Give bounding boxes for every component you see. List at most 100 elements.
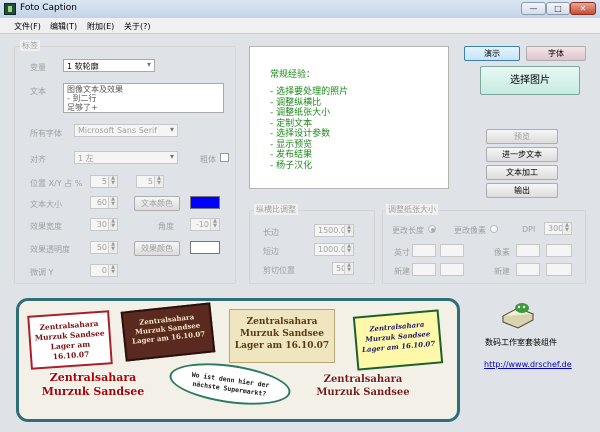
inch-label: 英寸	[394, 248, 410, 257]
next-text-button[interactable]: 进一步文本	[486, 147, 558, 162]
dpi-label: DPI	[522, 225, 536, 234]
caption-sample: Zentralsahara Murzuk Sandsee Lager am 16…	[120, 302, 216, 362]
caption-sample: Zentralsahara Murzuk Sandsee Lager am 16…	[229, 309, 335, 363]
align-select[interactable]: 1 左	[74, 151, 178, 164]
close-button[interactable]: ✕	[570, 2, 596, 15]
inch-height-input[interactable]	[440, 244, 464, 257]
new-pixel-label: 新建	[494, 267, 510, 276]
sample-line: Zentralsahara	[246, 317, 318, 327]
text-color-swatch[interactable]	[190, 196, 220, 209]
fine-y-value: 0	[101, 266, 107, 275]
caption-line: - 到二行	[67, 94, 97, 103]
font-button[interactable]: 字体	[526, 46, 586, 61]
text-label: 文本	[30, 87, 46, 96]
bold-label: 粗体	[200, 155, 216, 164]
text-process-button[interactable]: 文本加工	[486, 165, 558, 180]
select-image-button[interactable]: 选择图片	[480, 66, 580, 95]
variable-select-value: 1 软轮廓	[67, 62, 99, 71]
pixel-width-input[interactable]	[516, 244, 540, 257]
effect-color-button[interactable]: 效果颜色	[134, 241, 180, 256]
sample-line: Murzuk Sandsee	[316, 387, 410, 398]
caption-sample: Zentralsahara Murzuk Sandsee	[301, 373, 425, 399]
effect-width-label: 效果宽度	[30, 222, 62, 231]
short-side-spinner[interactable]: ▲ ▼	[344, 244, 353, 255]
preview-area: Zentralsahara Murzuk Sandsee Lager am 16…	[16, 298, 460, 422]
text-color-button[interactable]: 文本颜色	[134, 196, 180, 211]
new-inch-height-input[interactable]	[440, 263, 464, 276]
window-title: Foto Caption	[20, 3, 78, 13]
pixel-height-input[interactable]	[546, 244, 572, 257]
dpi-value: 300	[548, 224, 564, 233]
tip-item: - 发布结果	[270, 150, 313, 160]
tip-item: - 调整纵横比	[270, 97, 322, 108]
caption-sample: Zentralsahara Murzuk Sandsee Lager am 16…	[27, 310, 113, 370]
position-y-spinner[interactable]: ▲ ▼	[154, 176, 163, 187]
output-button[interactable]: 输出	[486, 183, 558, 198]
tip-item: - 选择设计参数	[270, 129, 331, 139]
tip-item: - 选择要处理的照片	[270, 87, 349, 97]
demo-button[interactable]: 演示	[464, 46, 520, 61]
caption-line: 图像文本及效果	[67, 85, 123, 94]
effect-color-swatch[interactable]	[190, 241, 220, 254]
position-x-spinner[interactable]: ▲ ▼	[108, 176, 117, 187]
fine-y-spinner[interactable]: ▲ ▼	[108, 265, 117, 276]
caption-sample: Wo ist denn hier der nächste Supermarkt?	[166, 356, 294, 412]
minimize-button[interactable]: —	[521, 2, 546, 15]
tip-item: - 显示预览	[270, 139, 313, 150]
dpi-spinner[interactable]: ▲ ▼	[562, 223, 571, 234]
position-x-value: 5	[101, 177, 107, 186]
variable-label: 变量	[30, 63, 46, 72]
vendor-text: 数码工作室套装组件	[485, 338, 557, 347]
font-label: 所有字体	[30, 129, 62, 138]
change-length-radio[interactable]	[428, 225, 436, 233]
crop-position-label: 剪切位置	[263, 266, 295, 275]
menu-extras[interactable]: 附加(E)	[87, 21, 114, 32]
new-pixel-width-input[interactable]	[516, 263, 540, 276]
tips-panel: 常规经验： - 选择要处理的照片 - 调整纵横比 - 调整纸张大小 - 定制文本…	[249, 46, 449, 189]
inch-width-input[interactable]	[412, 244, 436, 257]
tips-heading: 常规经验：	[270, 70, 316, 80]
new-pixel-height-input[interactable]	[546, 263, 572, 276]
change-pixel-radio[interactable]	[490, 225, 498, 233]
crop-position-spinner[interactable]: ▲ ▼	[344, 263, 353, 274]
sample-line: Zentralsahara	[49, 371, 137, 384]
effect-width-spinner[interactable]: ▲ ▼	[108, 219, 117, 230]
preview-button[interactable]: 预览	[486, 129, 558, 144]
change-length-label: 更改长度	[392, 226, 424, 235]
vendor-link[interactable]: http://www.drschef.de	[484, 360, 572, 369]
position-y-value: 5	[147, 177, 153, 186]
label-group-title: 标签	[20, 40, 40, 51]
align-select-value: 1 左	[78, 154, 94, 163]
tip-item: - 定制文本	[270, 118, 313, 129]
menu-file[interactable]: 文件(F)	[14, 21, 41, 32]
bold-checkbox[interactable]	[220, 153, 229, 162]
tip-item: - 调整纸张大小	[270, 108, 331, 118]
change-pixel-label: 更改像素	[454, 226, 486, 235]
maximize-button[interactable]: □	[546, 2, 570, 15]
menu-about[interactable]: 关于(?)	[124, 21, 151, 32]
font-select[interactable]: Microsoft Sans Serif	[74, 124, 178, 137]
text-size-spinner[interactable]: ▲ ▼	[108, 197, 117, 208]
menu-bar: 文件(F) 编辑(T) 附加(E) 关于(?)	[0, 18, 600, 34]
tip-item: - 杨子汉化	[270, 160, 313, 171]
paper-size-group-title: 调整纸张大小	[386, 204, 438, 215]
effect-opacity-value: 50	[96, 243, 107, 252]
text-size-value: 60	[96, 198, 107, 207]
new-inch-label: 新建	[394, 267, 410, 276]
fine-y-label: 微调 Y	[30, 268, 54, 277]
caption-text-area[interactable]: 图像文本及效果 - 到二行 足够了+	[63, 83, 224, 113]
angle-spinner[interactable]: ▲ ▼	[210, 219, 219, 230]
position-label: 位置 X/Y 占 %	[30, 179, 83, 188]
effect-opacity-label: 效果透明度	[30, 245, 70, 254]
caption-sample: Zentralsahara Murzuk Sandsee	[33, 371, 153, 399]
long-side-spinner[interactable]: ▲ ▼	[344, 225, 353, 236]
new-inch-width-input[interactable]	[412, 263, 436, 276]
menu-edit[interactable]: 编辑(T)	[50, 21, 77, 32]
book-icon	[501, 303, 535, 329]
pixel-label: 像素	[494, 248, 510, 257]
align-label: 对齐	[30, 155, 46, 164]
variable-select[interactable]: 1 软轮廓	[63, 59, 155, 72]
effect-opacity-spinner[interactable]: ▲ ▼	[108, 242, 117, 253]
long-side-label: 长边	[263, 228, 279, 237]
sample-line: Murzuk Sandsee	[240, 329, 324, 339]
